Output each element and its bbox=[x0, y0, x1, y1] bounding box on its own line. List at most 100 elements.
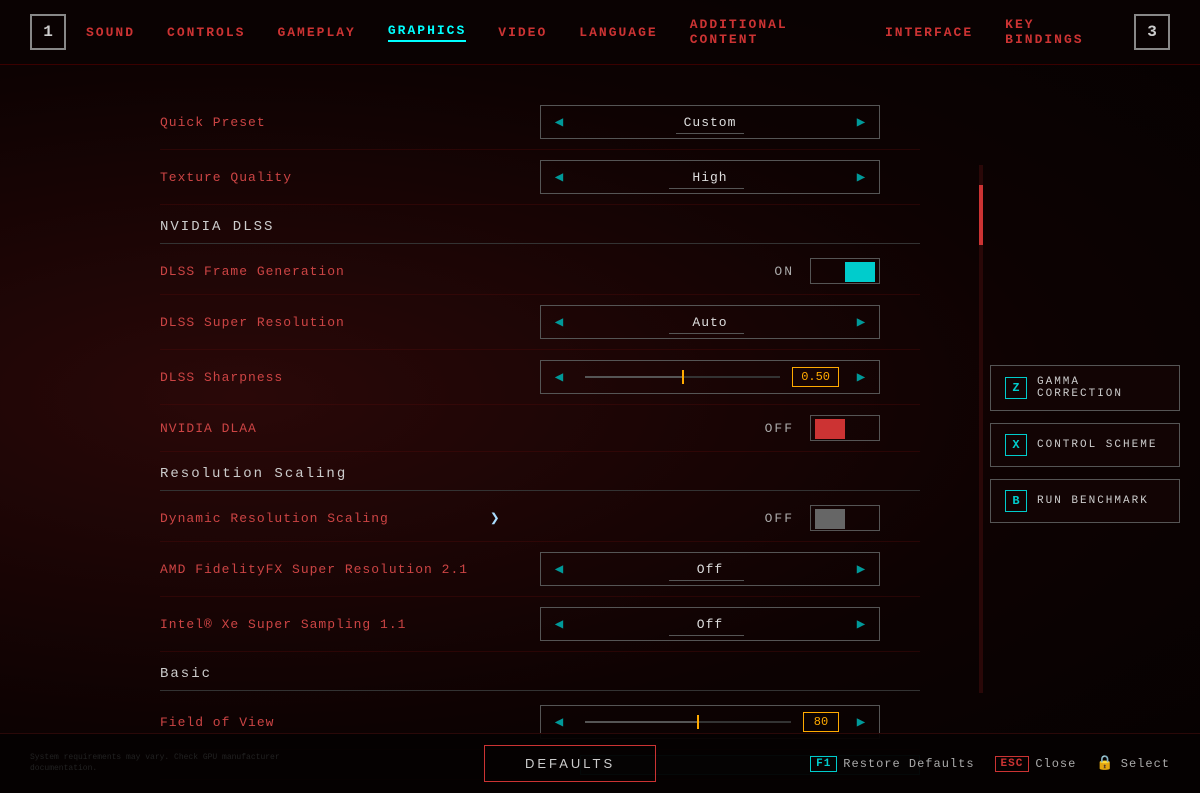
f1-key: F1 bbox=[810, 756, 837, 772]
dlss-super-res-label: DLSS Super Resolution bbox=[160, 315, 480, 330]
quick-preset-selector[interactable]: ◀ Custom ▶ bbox=[540, 105, 880, 139]
nvidia-dlaa-control: OFF bbox=[480, 415, 880, 441]
texture-quality-control: ◀ High ▶ bbox=[480, 160, 880, 194]
select-label: Select bbox=[1121, 757, 1170, 771]
quick-preset-next[interactable]: ▶ bbox=[843, 105, 879, 139]
restore-defaults-action[interactable]: F1 Restore Defaults bbox=[810, 756, 974, 772]
run-benchmark-button[interactable]: B RUN BENCHMARK bbox=[990, 479, 1180, 523]
bottom-bar: System requirements may vary. Check GPU … bbox=[0, 733, 1200, 793]
scrollbar-track bbox=[979, 165, 983, 693]
scrollbar[interactable] bbox=[977, 165, 985, 693]
dlss-frame-gen-row: DLSS Frame Generation ON bbox=[160, 248, 920, 295]
bottom-info-text: System requirements may vary. Check GPU … bbox=[30, 753, 330, 774]
dlss-super-res-value: Auto bbox=[577, 315, 843, 330]
field-of-view-track bbox=[585, 721, 791, 723]
nav-item-interface[interactable]: INTERFACE bbox=[885, 25, 973, 40]
amd-fsr-prev[interactable]: ◀ bbox=[541, 552, 577, 586]
dlss-frame-gen-label: DLSS Frame Generation bbox=[160, 264, 480, 279]
intel-xe-value: Off bbox=[577, 617, 843, 632]
run-benchmark-key: B bbox=[1005, 490, 1027, 512]
texture-quality-label: Texture Quality bbox=[160, 170, 480, 185]
dynamic-res-scaling-state: OFF bbox=[765, 511, 794, 526]
texture-quality-selector[interactable]: ◀ High ▶ bbox=[540, 160, 880, 194]
close-label: Close bbox=[1035, 757, 1076, 771]
field-of-view-handle bbox=[697, 715, 699, 729]
gamma-correction-button[interactable]: Z GAMMA CORRECTION bbox=[990, 365, 1180, 411]
run-benchmark-label: RUN BENCHMARK bbox=[1037, 495, 1149, 507]
defaults-button[interactable]: DEFAULTS bbox=[484, 745, 656, 782]
field-of-view-label: Field of View bbox=[160, 715, 480, 730]
dlss-sharpness-row: DLSS Sharpness ◀ 0.50 ▶ bbox=[160, 350, 920, 405]
dlss-frame-gen-control: ON bbox=[480, 258, 880, 284]
dlss-frame-gen-toggle-container: ON bbox=[774, 258, 880, 284]
esc-key: ESC bbox=[995, 756, 1030, 772]
gamma-correction-label: GAMMA CORRECTION bbox=[1037, 376, 1165, 400]
close-action[interactable]: ESC Close bbox=[995, 756, 1077, 772]
dlss-sharpness-handle bbox=[682, 370, 684, 384]
dynamic-res-scaling-toggle[interactable] bbox=[810, 505, 880, 531]
nav-item-sound[interactable]: SOUND bbox=[86, 25, 135, 40]
field-of-view-value: 80 bbox=[803, 712, 839, 732]
nav-item-key-bindings[interactable]: KEY BINDINGS bbox=[1005, 17, 1114, 47]
select-action[interactable]: 🔒 Select bbox=[1096, 755, 1170, 772]
nav-item-video[interactable]: VIDEO bbox=[498, 25, 547, 40]
quick-preset-control: ◀ Custom ▶ bbox=[480, 105, 880, 139]
quick-preset-label: Quick Preset bbox=[160, 115, 480, 130]
gamma-correction-key: Z bbox=[1005, 377, 1027, 399]
basic-section-header: Basic bbox=[160, 652, 920, 691]
quick-preset-value: Custom bbox=[577, 115, 843, 130]
intel-xe-prev[interactable]: ◀ bbox=[541, 607, 577, 641]
amd-fsr-next[interactable]: ▶ bbox=[843, 552, 879, 586]
dlss-sharpness-prev[interactable]: ◀ bbox=[541, 360, 577, 394]
amd-fsr-row: AMD FidelityFX Super Resolution 2.1 ◀ Of… bbox=[160, 542, 920, 597]
dlss-sharpness-slider[interactable]: ◀ 0.50 ▶ bbox=[540, 360, 880, 394]
nav-bracket-right[interactable]: 3 bbox=[1134, 14, 1170, 50]
nvidia-dlss-section-header: NVIDIA DLSS bbox=[160, 205, 920, 244]
quick-preset-prev[interactable]: ◀ bbox=[541, 105, 577, 139]
amd-fsr-selector[interactable]: ◀ Off ▶ bbox=[540, 552, 880, 586]
quick-preset-row: Quick Preset ◀ Custom ▶ bbox=[160, 95, 920, 150]
intel-xe-selector[interactable]: ◀ Off ▶ bbox=[540, 607, 880, 641]
dynamic-res-scaling-label: Dynamic Resolution Scaling bbox=[160, 511, 480, 526]
nvidia-dlaa-state: OFF bbox=[765, 421, 794, 436]
intel-xe-next[interactable]: ▶ bbox=[843, 607, 879, 641]
dynamic-res-scaling-control: OFF bbox=[480, 505, 880, 531]
dlss-frame-gen-toggle[interactable] bbox=[810, 258, 880, 284]
right-panel: Z GAMMA CORRECTION X CONTROL SCHEME B RU… bbox=[980, 345, 1200, 793]
settings-panel: Quick Preset ◀ Custom ▶ Texture Quality … bbox=[0, 65, 980, 793]
nvidia-dlaa-toggle-fill bbox=[815, 419, 845, 439]
nvidia-dlaa-label: NVIDIA DLAA bbox=[160, 421, 480, 436]
dlss-sharpness-fill bbox=[585, 376, 683, 378]
nav-item-language[interactable]: LANGUAGE bbox=[579, 25, 657, 40]
dlss-super-res-selector[interactable]: ◀ Auto ▶ bbox=[540, 305, 880, 339]
dynamic-res-scaling-toggle-container: OFF bbox=[765, 505, 880, 531]
nvidia-dlaa-row: NVIDIA DLAA OFF bbox=[160, 405, 920, 452]
nvidia-dlaa-toggle[interactable] bbox=[810, 415, 880, 441]
resolution-scaling-section-header: Resolution Scaling bbox=[160, 452, 920, 491]
nav-item-additional-content[interactable]: ADDITIONAL CONTENT bbox=[690, 17, 853, 47]
dlss-sharpness-control: ◀ 0.50 ▶ bbox=[480, 360, 880, 394]
nav-item-graphics[interactable]: GRAPHICS bbox=[388, 23, 466, 42]
nav-item-gameplay[interactable]: GAMEPLAY bbox=[277, 25, 355, 40]
nav-item-controls[interactable]: CONTROLS bbox=[167, 25, 245, 40]
bottom-actions: F1 Restore Defaults ESC Close 🔒 Select bbox=[810, 755, 1170, 772]
amd-fsr-value: Off bbox=[577, 562, 843, 577]
control-scheme-key: X bbox=[1005, 434, 1027, 456]
dlss-super-res-next[interactable]: ▶ bbox=[843, 305, 879, 339]
top-navigation: 1 SOUND CONTROLS GAMEPLAY GRAPHICS VIDEO… bbox=[0, 0, 1200, 65]
dlss-frame-gen-toggle-fill bbox=[845, 262, 875, 282]
scrollbar-thumb[interactable] bbox=[979, 185, 983, 245]
intel-xe-control: ◀ Off ▶ bbox=[480, 607, 880, 641]
field-of-view-fill bbox=[585, 721, 698, 723]
dynamic-res-scaling-toggle-fill bbox=[815, 509, 845, 529]
control-scheme-button[interactable]: X CONTROL SCHEME bbox=[990, 423, 1180, 467]
nav-items: SOUND CONTROLS GAMEPLAY GRAPHICS VIDEO L… bbox=[86, 17, 1114, 47]
texture-quality-next[interactable]: ▶ bbox=[843, 160, 879, 194]
cursor-indicator: ❯ bbox=[490, 508, 500, 528]
nvidia-dlaa-toggle-container: OFF bbox=[765, 415, 880, 441]
dlss-super-res-prev[interactable]: ◀ bbox=[541, 305, 577, 339]
nav-bracket-left[interactable]: 1 bbox=[30, 14, 66, 50]
texture-quality-prev[interactable]: ◀ bbox=[541, 160, 577, 194]
dlss-sharpness-next[interactable]: ▶ bbox=[843, 360, 879, 394]
texture-quality-row: Texture Quality ◀ High ▶ bbox=[160, 150, 920, 205]
